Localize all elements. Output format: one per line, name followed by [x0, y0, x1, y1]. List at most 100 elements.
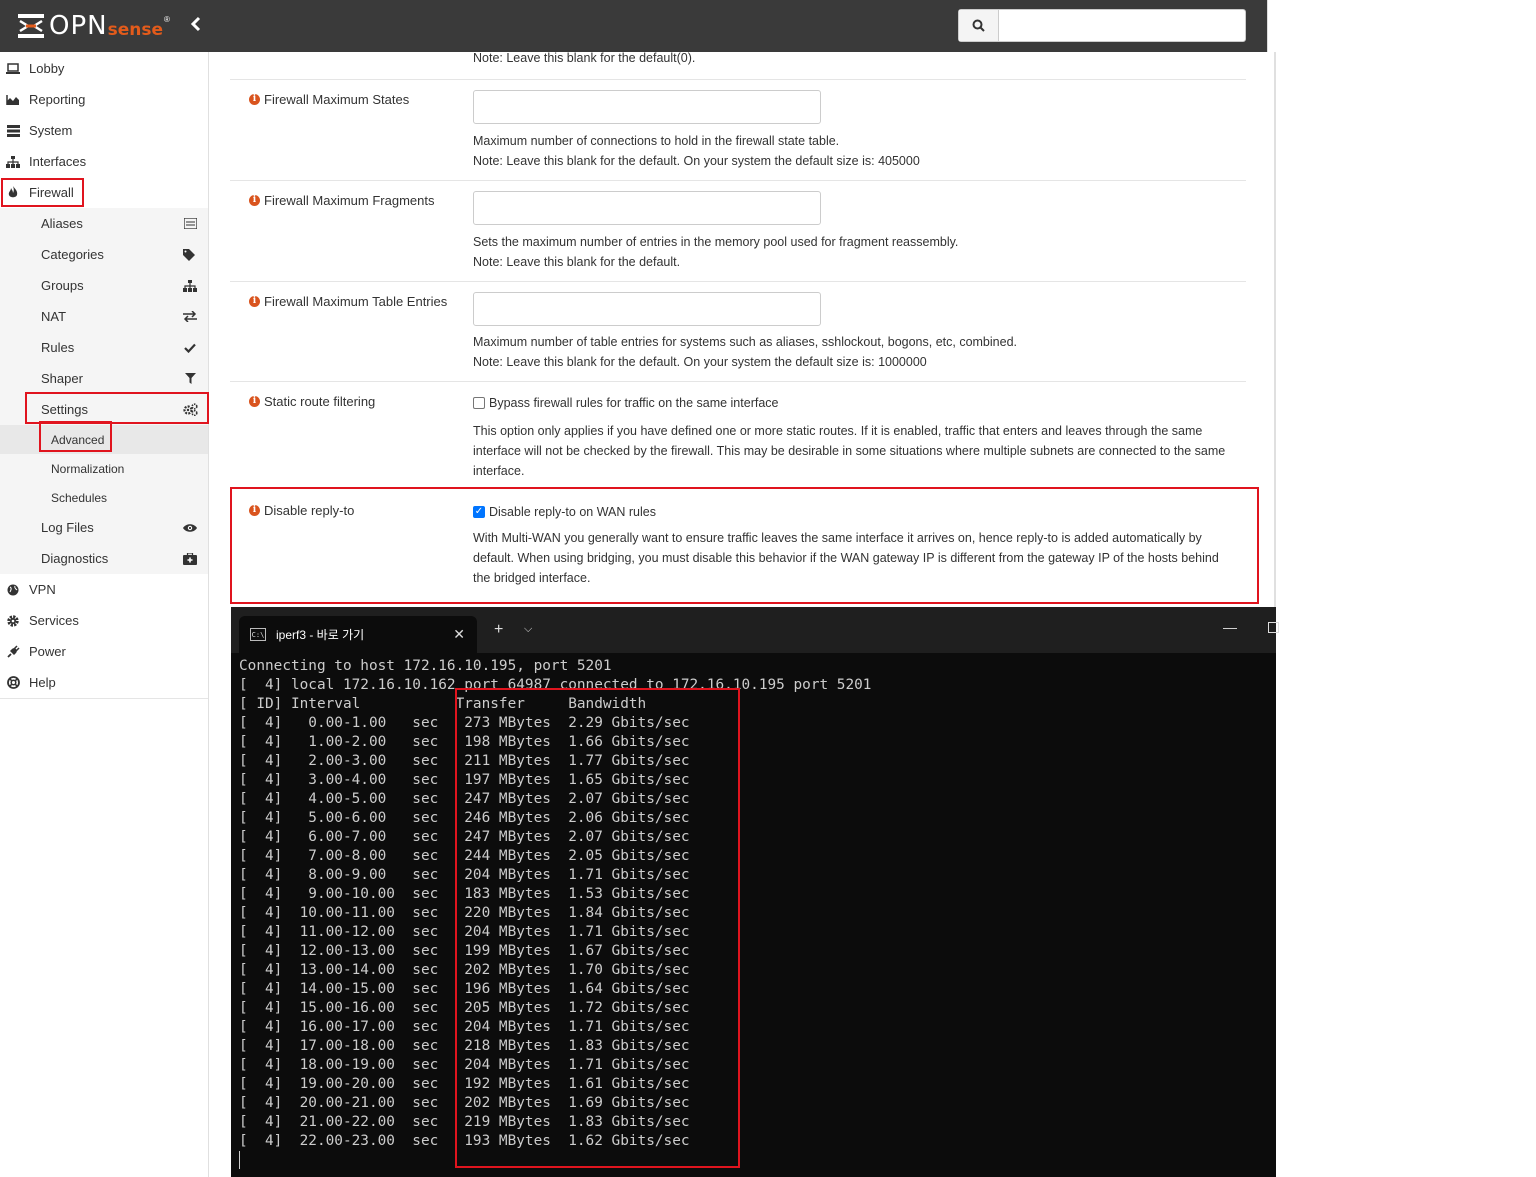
row-max-table-entries: i Firewall Maximum Table Entries Maximum …: [230, 281, 1246, 382]
sidebar-subitem-aliases[interactable]: Aliases: [0, 208, 208, 239]
terminal-line: [ 4] 5.00-6.00 sec 246 MBytes 2.06 Gbits…: [239, 810, 690, 826]
terminal-line: [ 4] 3.00-4.00 sec 197 MBytes 1.65 Gbits…: [239, 772, 690, 788]
sidebar-item-label: System: [29, 123, 73, 138]
sitemap-icon: [6, 155, 20, 169]
row-disable-reply-to: i Disable reply-to ✓ Disable reply-to on …: [230, 490, 1246, 600]
field-label: i Firewall Maximum Fragments: [249, 193, 434, 208]
help-text: Sets the maximum number of entries in th…: [473, 235, 959, 249]
info-icon[interactable]: i: [249, 195, 260, 206]
sidebar-item-firewall[interactable]: Firewall: [0, 177, 208, 208]
help-text: Maximum number of table entries for syst…: [473, 335, 1017, 349]
plug-icon: [6, 645, 20, 659]
terminal-line: [ 4] 8.00-9.00 sec 204 MBytes 1.71 Gbits…: [239, 867, 690, 883]
help-text: Maximum number of connections to hold in…: [473, 134, 840, 148]
sidebar-subitem-diagnostics[interactable]: Diagnostics: [0, 543, 208, 574]
sidebar-item-interfaces[interactable]: Interfaces: [0, 146, 208, 177]
collapse-sidebar-button[interactable]: [190, 16, 202, 37]
sidebar-subitem-label: Diagnostics: [41, 551, 109, 566]
terminal-line: [ 4] 2.00-3.00 sec 211 MBytes 1.77 Gbits…: [239, 753, 690, 769]
sidebar-subitem-schedules[interactable]: Schedules: [0, 483, 208, 512]
sidebar-item-vpn[interactable]: VPN: [0, 574, 208, 605]
sidebar-subitem-label: Groups: [41, 278, 84, 293]
info-icon[interactable]: i: [249, 505, 260, 516]
terminal-line: [ 4] 4.00-5.00 sec 247 MBytes 2.07 Gbits…: [239, 791, 690, 807]
cog-icon: [6, 614, 20, 628]
close-tab-icon[interactable]: ✕: [453, 626, 465, 643]
search-icon: [972, 19, 985, 32]
search-input[interactable]: [999, 10, 1245, 41]
window-edge: [1267, 0, 1277, 52]
terminal-tab[interactable]: C:\ iperf3 - 바로 가기 ✕: [239, 616, 477, 653]
terminal-line: [ 4] 10.00-11.00 sec 220 MBytes 1.84 Gbi…: [239, 905, 690, 921]
sidebar-subitem-shaper[interactable]: Shaper: [0, 363, 208, 394]
laptop-icon: [6, 62, 20, 76]
exchange-icon: [182, 311, 198, 322]
check-icon: [182, 343, 198, 353]
terminal-line: [ 4] local 172.16.10.162 port 64987 conn…: [239, 677, 872, 693]
area-chart-icon: [6, 93, 20, 107]
terminal-line: [ 4] 13.00-14.00 sec 202 MBytes 1.70 Gbi…: [239, 962, 690, 978]
max-fragments-input[interactable]: [473, 191, 821, 225]
sidebar-item-label: Interfaces: [29, 154, 87, 169]
terminal-line: [ 4] 12.00-13.00 sec 199 MBytes 1.67 Gbi…: [239, 943, 690, 959]
terminal-line: [ 4] 17.00-18.00 sec 218 MBytes 1.83 Gbi…: [239, 1038, 690, 1054]
terminal-cursor: [239, 1151, 240, 1169]
info-icon[interactable]: i: [249, 94, 260, 105]
sidebar-subitem-rules[interactable]: Rules: [0, 332, 208, 363]
disable-reply-to-checkbox[interactable]: ✓: [473, 506, 485, 518]
minimize-icon[interactable]: —: [1223, 619, 1237, 635]
terminal-tab-title: iperf3 - 바로 가기: [276, 628, 365, 642]
sidebar-subitem-normalization[interactable]: Normalization: [0, 454, 208, 483]
sitemap-icon: [182, 279, 198, 292]
sidebar-item-reporting[interactable]: Reporting: [0, 84, 208, 115]
terminal-line: [ 4] 20.00-21.00 sec 202 MBytes 1.69 Gbi…: [239, 1095, 690, 1111]
terminal-line: [ 4] 19.00-20.00 sec 192 MBytes 1.61 Gbi…: [239, 1076, 690, 1092]
terminal-tab-bar: C:\ iperf3 - 바로 가기 ✕ + ⌵ —: [231, 607, 1279, 653]
sidebar-item-services[interactable]: Services: [0, 605, 208, 636]
sidebar-subitem-log-files[interactable]: Log Files: [0, 512, 208, 543]
sidebar-item-system[interactable]: System: [0, 115, 208, 146]
sidebar-subitem-label: Normalization: [51, 461, 125, 476]
sidebar-subitem-categories[interactable]: Categories: [0, 239, 208, 270]
field-label: i Static route filtering: [249, 394, 375, 409]
bypass-firewall-checkbox[interactable]: [473, 397, 485, 409]
tags-icon: [182, 248, 198, 261]
filter-icon: [182, 373, 198, 384]
new-tab-icon[interactable]: +: [494, 621, 503, 639]
opnsense-logo[interactable]: OPN sense ®: [16, 11, 170, 41]
help-text: This option only applies if you have def…: [473, 424, 1226, 478]
row-max-fragments: i Firewall Maximum Fragments Sets the max…: [230, 180, 1246, 282]
info-icon[interactable]: i: [249, 296, 260, 307]
terminal-line: [ 4] 18.00-19.00 sec 204 MBytes 1.71 Gbi…: [239, 1057, 690, 1073]
sidebar-item-help[interactable]: Help: [0, 667, 208, 698]
maximize-icon[interactable]: [1268, 622, 1279, 633]
sidebar-item-label: Services: [29, 613, 79, 628]
page-scrollbar[interactable]: [1274, 52, 1276, 607]
terminal-line: [ 4] 22.00-23.00 sec 193 MBytes 1.62 Gbi…: [239, 1133, 690, 1149]
max-states-input[interactable]: [473, 90, 821, 124]
label-text: Static route filtering: [264, 394, 376, 409]
sidebar-subitem-advanced[interactable]: Advanced: [0, 425, 208, 454]
terminal-output[interactable]: Connecting to host 172.16.10.195, port 5…: [239, 657, 871, 1151]
sidebar-item-power[interactable]: Power: [0, 636, 208, 667]
search-button[interactable]: [959, 10, 999, 41]
sidebar-subitem-settings[interactable]: Settings: [0, 394, 208, 425]
sidebar-subitem-label: Schedules: [51, 490, 108, 505]
sidebar-subitem-label: Advanced: [51, 432, 105, 447]
sidebar-subitem-groups[interactable]: Groups: [0, 270, 208, 301]
terminal-line: [ 4] 21.00-22.00 sec 219 MBytes 1.83 Gbi…: [239, 1114, 690, 1130]
sidebar-subitem-label: Categories: [41, 247, 104, 262]
static-route-checkbox-row[interactable]: Bypass firewall rules for traffic on the…: [473, 396, 778, 410]
info-icon[interactable]: i: [249, 396, 260, 407]
sidebar-subitem-nat[interactable]: NAT: [0, 301, 208, 332]
sidebar-item-label: VPN: [29, 582, 56, 597]
chevron-down-icon[interactable]: ⌵: [524, 623, 532, 636]
sidebar-item-label: Firewall: [29, 185, 74, 200]
help-note: Note: Leave this blank for the default.: [473, 255, 681, 269]
reply-to-checkbox-row[interactable]: ✓ Disable reply-to on WAN rules: [473, 505, 656, 519]
max-table-entries-input[interactable]: [473, 292, 821, 326]
list-icon: [182, 218, 198, 229]
label-text: Firewall Maximum Fragments: [264, 193, 435, 208]
sidebar-item-lobby[interactable]: Lobby: [0, 53, 208, 84]
logo-text-opn: OPN: [49, 11, 108, 41]
